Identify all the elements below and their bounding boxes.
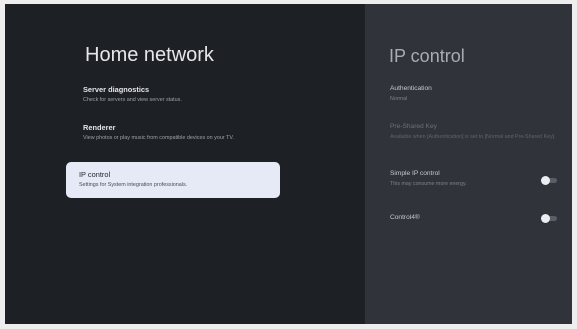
menu-item-title: Renderer [83, 123, 116, 132]
simple-ip-control-hint: This may consume more energy. [390, 181, 467, 187]
tv-screen: Home network Server diagnostics Check fo… [5, 4, 572, 324]
menu-item-renderer[interactable]: Renderer View photos or play music from … [83, 123, 273, 142]
simple-ip-control-toggle[interactable] [541, 176, 557, 185]
menu-item-server-diagnostics[interactable]: Server diagnostics Check for servers and… [83, 85, 273, 104]
authentication-label: Authentication [390, 85, 432, 92]
menu-item-title: IP control [79, 170, 111, 179]
pre-shared-key-hint: Available when [Authentication] is set t… [390, 134, 556, 140]
pre-shared-key-setting: Pre-Shared Key Available when [Authentic… [390, 123, 565, 141]
pre-shared-key-label: Pre-Shared Key [390, 123, 437, 130]
control4-toggle[interactable] [541, 214, 557, 223]
menu-item-title: Server diagnostics [83, 85, 150, 94]
menu-item-subtitle: Check for servers and view server status… [83, 97, 182, 103]
control4-label: Control4® [390, 214, 420, 221]
control4-setting[interactable]: Control4® [390, 214, 565, 222]
toggle-knob [541, 214, 550, 223]
authentication-setting[interactable]: Authentication Normal [390, 85, 565, 103]
authentication-value: Normal [390, 96, 408, 102]
menu-item-ip-control[interactable]: IP control Settings for System integrati… [66, 162, 280, 198]
simple-ip-control-label: Simple IP control [390, 170, 440, 177]
simple-ip-control-setting[interactable]: Simple IP control This may consume more … [390, 170, 565, 188]
menu-item-subtitle: View photos or play music from compatibl… [83, 135, 234, 141]
ip-control-panel: IP control Authentication Normal Pre-Sha… [365, 4, 572, 324]
menu-item-subtitle: Settings for System integration professi… [79, 182, 188, 188]
panel-title: IP control [389, 46, 465, 66]
page-title: Home network [85, 44, 214, 66]
toggle-knob [541, 176, 550, 185]
